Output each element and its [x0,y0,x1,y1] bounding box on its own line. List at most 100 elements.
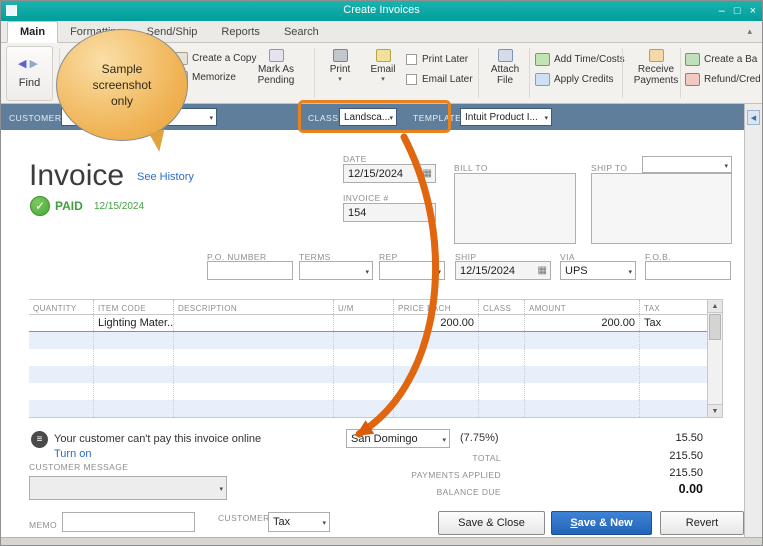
print-later-checkbox[interactable]: Print Later [406,54,468,65]
see-history-link[interactable]: See History [137,171,194,183]
po-number-field[interactable] [207,261,293,280]
window-title: Create Invoices [343,4,420,16]
bill-to-box[interactable] [454,173,576,244]
tax-item-dropdown[interactable]: San Domingo ▾ [346,429,450,448]
line-items-table: QUANTITY ITEM CODE DESCRIPTION U/M PRICE… [29,299,707,417]
customer-label: CUSTOMER [9,113,62,123]
email-later-checkbox[interactable]: Email Later [406,74,473,85]
tab-main[interactable]: Main [7,21,59,43]
email-button[interactable]: Email ▾ [362,49,404,84]
column-header[interactable]: CLASS [478,300,524,314]
memo-label: MEMO [29,520,58,530]
column-header[interactable]: ITEM CODE [93,300,173,314]
window-bottom-frame [1,537,762,545]
table-header-row: QUANTITY ITEM CODE DESCRIPTION U/M PRICE… [29,299,707,315]
apply-credits-button[interactable]: Apply Credits [535,73,613,86]
balloon-text: Sample screenshot only [56,29,188,141]
apply-credits-icon [535,73,550,86]
chevron-down-icon: ▾ [322,520,326,527]
chevron-down-icon: ▾ [365,269,369,276]
column-header[interactable]: AMOUNT [524,300,639,314]
receive-payments-icon [648,49,664,62]
tab-search[interactable]: Search [272,22,331,42]
scroll-up-icon[interactable]: ▲ [708,300,722,313]
revert-button[interactable]: Revert [660,511,744,535]
rep-dropdown[interactable]: ▾ [379,261,445,280]
via-dropdown[interactable]: UPS ▾ [560,261,636,280]
history-nav: ◀▶ [18,58,41,70]
bill-to-label: BILL TO [454,163,488,173]
chevron-down-icon: ▾ [724,163,728,170]
expand-history-panel-icon[interactable]: ◀ [747,110,760,125]
ship-to-dropdown[interactable]: ▾ [642,156,732,173]
receive-payments-button[interactable]: Receive Payments [627,49,685,86]
invoice-number-field[interactable]: 154 [343,203,436,222]
collapse-ribbon-icon[interactable]: ▴ [747,26,752,37]
scroll-down-icon[interactable]: ▼ [708,404,722,417]
column-header[interactable]: PRICE EACH [393,300,478,314]
toolbar-divider [680,48,681,98]
forward-arrow-icon[interactable]: ▶ [30,58,41,70]
create-batch-icon [685,53,700,66]
scrollbar-thumb[interactable] [709,314,721,340]
total-label: TOTAL [472,453,501,463]
maximize-button[interactable]: □ [734,1,741,21]
history-panel-strip: ◀ [744,104,762,539]
terms-dropdown[interactable]: ▾ [299,261,373,280]
find-button[interactable]: ◀▶ Find [6,46,53,101]
toolbar-divider [529,48,530,98]
paid-date: 12/15/2024 [94,201,145,212]
email-dropdown-icon[interactable]: ▾ [362,76,404,84]
tax-rate: (7.75%) [460,432,499,444]
class-highlight-rectangle [298,100,451,133]
print-dropdown-icon[interactable]: ▾ [319,76,361,84]
attach-file-button[interactable]: Attach File [483,49,527,86]
table-row-empty[interactable] [29,383,707,400]
column-header[interactable]: DESCRIPTION [173,300,333,314]
date-label: DATE [343,154,367,164]
customer-message-dropdown[interactable]: ▾ [29,476,227,500]
table-row[interactable]: Lighting Mater... 200.00 200.00 Tax [29,315,707,332]
column-header[interactable]: TAX [639,300,707,314]
customer-tax-code-dropdown[interactable]: Tax ▾ [268,512,330,532]
minimize-button[interactable]: – [719,1,725,21]
column-header[interactable]: QUANTITY [29,300,93,314]
envelope-icon [375,49,391,62]
add-time-costs-button[interactable]: Add Time/Costs [535,53,625,66]
table-row-empty[interactable] [29,332,707,349]
paperclip-icon [497,49,513,62]
ship-to-label: SHIP TO [591,163,628,173]
memo-input[interactable] [62,512,195,532]
table-row-empty[interactable] [29,366,707,383]
tax-amount: 15.50 [675,432,703,444]
toolbar-divider [314,48,315,98]
ship-date-field[interactable]: 12/15/2024 ▦ [455,261,551,280]
calendar-icon[interactable]: ▦ [538,265,547,276]
mark-as-pending-button[interactable]: Mark As Pending [244,49,308,86]
pending-icon [268,49,284,62]
refund-credit-button[interactable]: Refund/Cred [685,73,761,86]
table-row-empty[interactable] [29,400,707,417]
fob-field[interactable] [645,261,731,280]
save-new-button[interactable]: Save & New [551,511,652,535]
tab-reports[interactable]: Reports [209,22,272,42]
table-row-empty[interactable] [29,349,707,366]
template-dropdown[interactable]: Intuit Product I... ▾ [460,108,552,126]
chevron-down-icon: ▾ [628,269,632,276]
balance-due-label: BALANCE DUE [436,487,501,497]
date-field[interactable]: 12/15/2024 ▦ [343,164,436,183]
back-arrow-icon[interactable]: ◀ [18,58,29,70]
ship-to-box[interactable] [591,173,732,244]
print-button[interactable]: Print ▾ [319,49,361,84]
message-icon: ≡ [31,431,48,448]
chevron-down-icon: ▾ [437,269,441,276]
create-batch-button[interactable]: Create a Ba [685,53,757,66]
turn-on-link[interactable]: Turn on [54,448,92,460]
paid-check-icon: ✓ [30,196,50,216]
calendar-icon[interactable]: ▦ [423,168,432,179]
table-scrollbar[interactable]: ▲ ▼ [707,299,723,418]
save-close-button[interactable]: Save & Close [438,511,545,535]
column-header[interactable]: U/M [333,300,393,314]
close-button[interactable]: × [750,1,756,21]
toolbar-divider [478,48,479,98]
